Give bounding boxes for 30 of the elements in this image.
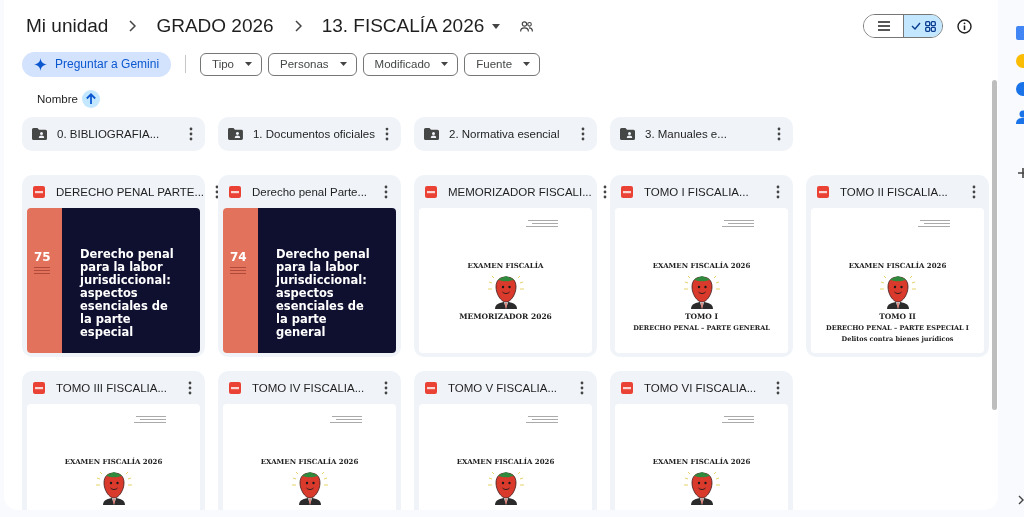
folder-card[interactable]: 3. Manuales e... — [610, 117, 793, 151]
folder-card[interactable]: 2. Normativa esencial — [414, 117, 597, 151]
folder-name: 0. BIBLIOGRAFIA... — [57, 128, 161, 140]
file-name: TOMO II FISCALIA... — [840, 185, 949, 198]
cover-title: Derecho penal para la labor jurisdiccional: aspectos esenciales de la parte especial — [80, 248, 175, 339]
ask-gemini-button[interactable]: Preguntar a Gemini — [22, 51, 172, 77]
file-name: TOMO III FISCALIA... — [56, 381, 168, 394]
file-name: TOMO I FISCALIA... — [644, 185, 750, 198]
file-name: TOMO V FISCALIA... — [448, 381, 559, 394]
filter-dropdown[interactable]: Personas — [268, 52, 357, 76]
file-name: TOMO IV FISCALIA... — [252, 381, 366, 394]
filter-dropdown[interactable]: Tipo — [200, 52, 262, 76]
breadcrumb-link[interactable]: GRADO 2026 — [148, 15, 282, 37]
breadcrumb-link[interactable]: Mi unidad — [18, 15, 117, 37]
folder-name: 1. Documentos oficiales — [252, 128, 375, 140]
current-folder-button[interactable]: 13. FISCALÍA 2026 — [313, 15, 509, 37]
volume-number: 74 — [230, 250, 248, 264]
file-name: DERECHO PENAL PARTE... — [56, 185, 205, 198]
file-name: TOMO VI FISCALIA... — [644, 381, 758, 394]
folder-name: 3. Manuales e... — [645, 128, 728, 140]
folder-name: 2. Normativa esencial — [449, 128, 561, 140]
volume-number: 75 — [34, 250, 52, 264]
file-name: MEMORIZADOR FISCALI... — [448, 185, 592, 198]
filter-dropdown[interactable]: Fuente — [464, 52, 541, 76]
file-name: Derecho penal Parte... — [252, 185, 369, 198]
cover-title: Derecho penal para la labor jurisdiccional: aspectos esenciales de la parte general — [276, 248, 371, 339]
sort-column-label[interactable]: Nombre — [37, 93, 78, 105]
folder-card[interactable]: 1. Documentos oficiales — [218, 117, 401, 151]
filter-dropdown[interactable]: Modificado — [362, 52, 459, 76]
folder-card[interactable]: 0. BIBLIOGRAFIA... — [22, 117, 205, 151]
